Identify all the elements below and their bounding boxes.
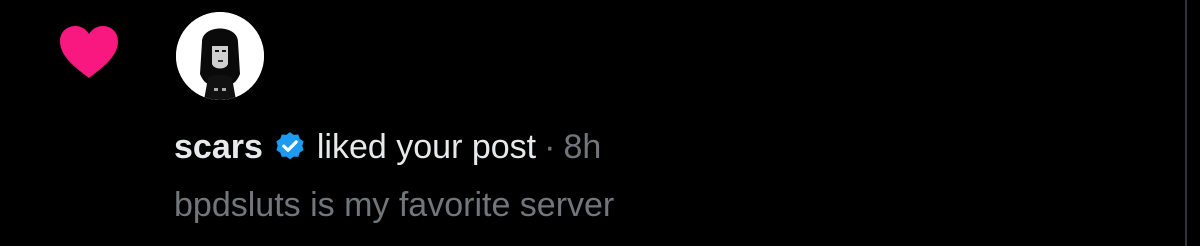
- post-preview-text[interactable]: bpdsluts is my favorite server: [174, 186, 614, 225]
- user-avatar[interactable]: [176, 12, 264, 100]
- heart-icon: [58, 24, 120, 80]
- verified-badge-icon: [273, 130, 307, 164]
- like-notification[interactable]: scars liked your post · 8h bpdsluts is m…: [0, 0, 1200, 246]
- notification-action-text: liked your post: [316, 127, 537, 166]
- separator-dot: ·: [544, 127, 556, 166]
- column-divider: [1185, 0, 1187, 246]
- notification-header: scars liked your post · 8h: [174, 124, 601, 170]
- username-link[interactable]: scars: [174, 128, 263, 167]
- timestamp[interactable]: 8h: [563, 128, 601, 167]
